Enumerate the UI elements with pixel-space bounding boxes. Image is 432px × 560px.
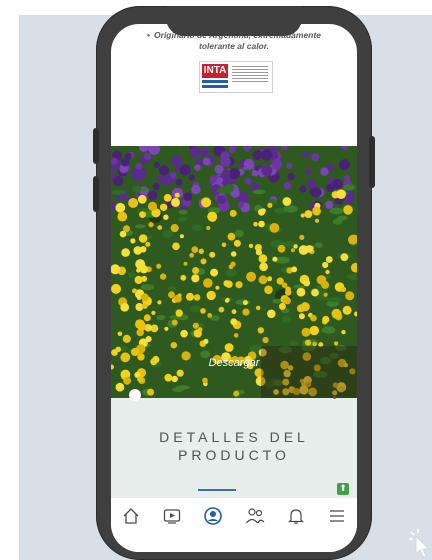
phone-side-button bbox=[93, 176, 99, 212]
bell-icon bbox=[287, 509, 304, 524]
bottom-nav bbox=[111, 500, 357, 552]
details-title-line-1: DETALLES DEL bbox=[159, 429, 309, 445]
details-section: DETALLES DEL PRODUCTO bbox=[111, 398, 357, 498]
arrow-up-icon: ⬆ bbox=[339, 484, 347, 494]
nav-users[interactable] bbox=[245, 506, 265, 526]
details-title: DETALLES DEL PRODUCTO bbox=[111, 428, 357, 464]
details-title-line-2: PRODUCTO bbox=[178, 447, 290, 463]
nav-profile[interactable] bbox=[203, 506, 223, 526]
home-icon bbox=[123, 508, 139, 524]
phone-side-button bbox=[93, 128, 99, 164]
users-icon bbox=[245, 508, 264, 524]
slider-end-dot bbox=[333, 396, 336, 399]
logo-fine-print bbox=[232, 66, 268, 84]
phone-side-button bbox=[369, 136, 375, 188]
nav-menu[interactable] bbox=[327, 506, 347, 526]
video-play-icon bbox=[164, 509, 181, 524]
nav-notifications[interactable] bbox=[286, 506, 306, 526]
inta-logo: INTA bbox=[199, 61, 273, 93]
slider-handle[interactable] bbox=[129, 389, 141, 401]
scroll-to-top-button[interactable]: ⬆ bbox=[337, 483, 349, 495]
inta-logo-wordmark: INTA bbox=[202, 64, 228, 78]
phone-notch bbox=[166, 6, 302, 36]
download-button[interactable]: Descargar bbox=[111, 357, 357, 369]
nav-home[interactable] bbox=[121, 506, 141, 526]
active-tab-indicator bbox=[198, 489, 236, 491]
nav-video[interactable] bbox=[162, 506, 182, 526]
profile-icon bbox=[204, 507, 223, 525]
menu-icon bbox=[329, 510, 344, 522]
description-line-2: tolerante al calor. bbox=[199, 41, 269, 51]
phone-screen: •Originario de Argentina, extremadamente… bbox=[111, 24, 357, 552]
cursor-click-icon bbox=[409, 529, 431, 558]
